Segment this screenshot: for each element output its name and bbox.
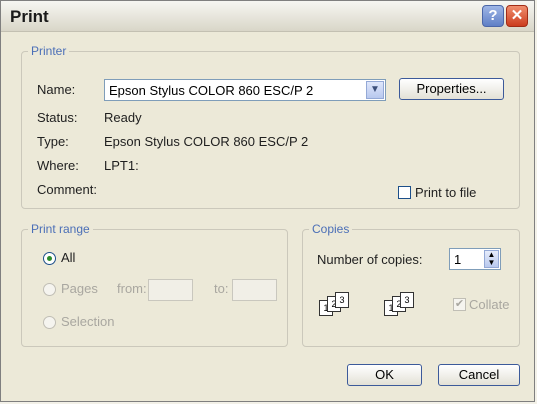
collate-checkbox[interactable]: ✔ (453, 298, 466, 311)
where-label: Where: (37, 158, 79, 173)
print-range-group-label: Print range (31, 222, 90, 236)
ok-button[interactable]: OK (347, 364, 422, 386)
status-label: Status: (37, 110, 78, 125)
copies-group-label: Copies (312, 222, 350, 236)
to-label: to: (214, 281, 229, 296)
collate-label: Collate (469, 297, 510, 312)
printer-name-select[interactable]: Epson Stylus COLOR 860 ESC/P 2 ▼ (104, 79, 386, 101)
selected-dot (47, 256, 52, 261)
cancel-button[interactable]: Cancel (438, 364, 520, 386)
from-input[interactable] (148, 279, 193, 301)
spin-arrows-icon[interactable]: ▲ ▼ (484, 250, 499, 268)
collate-pages-icon: 1 2 3 (319, 292, 349, 316)
name-label: Name: (37, 82, 76, 97)
where-value: LPT1: (104, 158, 139, 173)
copies-group: Copies (302, 222, 520, 347)
from-label: from: (117, 281, 147, 296)
number-of-copies-value: 1 (454, 252, 462, 267)
selection-label: Selection (61, 314, 115, 329)
print-dialog: Print ? ✕ Printer Name: Epson Stylus COL… (0, 0, 535, 402)
comment-label: Comment: (37, 182, 97, 197)
number-of-copies-label: Number of copies: (317, 252, 423, 267)
type-label: Type: (37, 134, 69, 149)
print-to-file-label: Print to file (415, 185, 477, 200)
close-button[interactable]: ✕ (506, 5, 528, 27)
print-to-file-checkbox[interactable] (398, 186, 411, 199)
pages-label: Pages (61, 281, 98, 296)
help-button[interactable]: ? (482, 5, 504, 27)
to-input[interactable] (232, 279, 277, 301)
title-bar: Print ? ✕ (1, 1, 534, 32)
printer-group-label: Printer (31, 44, 67, 58)
number-of-copies-stepper[interactable]: 1 ▲ ▼ (449, 248, 501, 270)
dialog-title: Print (10, 7, 49, 26)
status-value: Ready (104, 110, 142, 125)
pages-radio[interactable] (43, 283, 56, 296)
properties-button[interactable]: Properties... (399, 78, 504, 100)
collate-pages-icon: 1 2 3 (384, 292, 414, 316)
type-value: Epson Stylus COLOR 860 ESC/P 2 (104, 134, 309, 149)
all-radio[interactable] (43, 252, 56, 265)
all-label: All (61, 250, 76, 265)
chevron-down-icon[interactable]: ▼ (366, 81, 384, 99)
printer-name-value: Epson Stylus COLOR 860 ESC/P 2 (109, 83, 314, 98)
selection-radio[interactable] (43, 316, 56, 329)
